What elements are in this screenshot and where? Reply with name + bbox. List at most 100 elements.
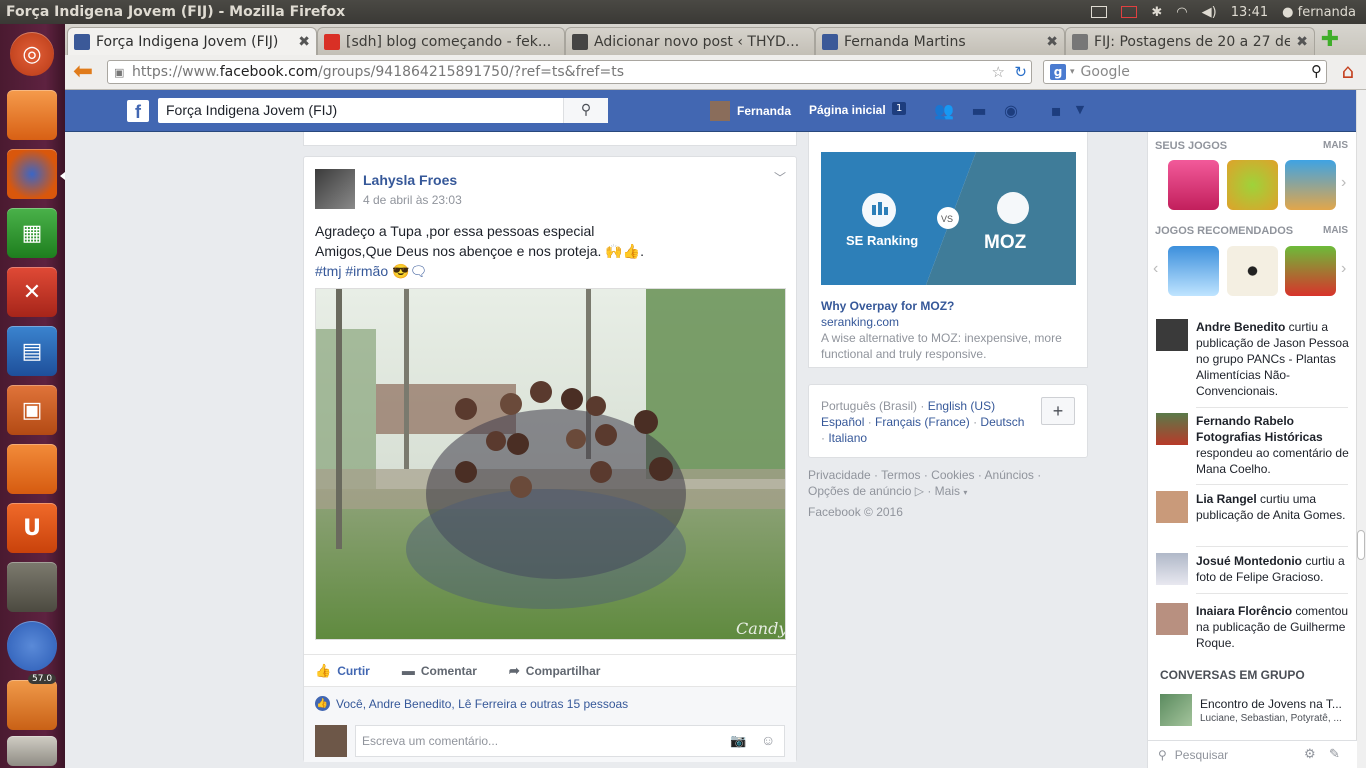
- game-candy-crush[interactable]: [1168, 160, 1219, 210]
- facebook-logo-icon[interactable]: f: [127, 100, 149, 122]
- tab-label: [sdh] blog começando - fek...: [346, 33, 552, 50]
- ubuntu-one-icon[interactable]: U: [7, 503, 57, 553]
- footer-link-ad-choices[interactable]: Opções de anúncio: [808, 484, 911, 498]
- battery-icon[interactable]: [1121, 6, 1138, 18]
- post-author-link[interactable]: Lahysla Froes: [363, 172, 457, 188]
- reload-icon[interactable]: ↻: [1014, 63, 1027, 81]
- compose-icon[interactable]: ✎: [1329, 746, 1340, 762]
- notifications-globe-icon[interactable]: ◉: [1000, 101, 1022, 121]
- chevron-left-icon[interactable]: ‹: [1153, 260, 1158, 278]
- tab-wordpress[interactable]: Adicionar novo post ‹ THYD...: [565, 27, 815, 55]
- footer-link-cookies[interactable]: Cookies: [931, 468, 974, 482]
- share-button[interactable]: ➦ Compartilhar: [509, 663, 601, 679]
- software-center-icon[interactable]: [7, 444, 57, 494]
- trash-icon[interactable]: [7, 736, 57, 766]
- language-link[interactable]: English (US): [928, 399, 995, 413]
- wifi-icon[interactable]: ◠: [1176, 5, 1187, 20]
- home-count-badge: 1: [892, 102, 907, 115]
- chevron-down-icon[interactable]: ▾: [963, 488, 967, 497]
- comment-input[interactable]: Escreva um comentário...: [355, 725, 785, 757]
- close-tab-icon[interactable]: ✖: [1046, 34, 1058, 50]
- home-link[interactable]: Página inicial: [809, 103, 886, 117]
- comment-button[interactable]: ▬ Comentar: [402, 663, 477, 678]
- language-link[interactable]: Español: [821, 415, 864, 429]
- messages-icon[interactable]: ▬: [968, 101, 990, 121]
- post-timestamp[interactable]: 4 de abril às 23:03: [363, 193, 462, 207]
- likes-summary[interactable]: 👍 Você, Andre Benedito, Lê Ferreira e ou…: [304, 686, 796, 720]
- settings-icon[interactable]: ✕: [7, 267, 57, 317]
- window-title: Força Indigena Jovem (FIJ) - Mozilla Fir…: [6, 4, 346, 20]
- writer-icon[interactable]: ▤: [7, 326, 57, 376]
- update-manager-icon[interactable]: [7, 680, 57, 730]
- add-language-button[interactable]: +: [1041, 397, 1075, 425]
- search-engine-dropdown-icon[interactable]: ▾: [1070, 67, 1075, 77]
- volume-icon[interactable]: ◀): [1202, 5, 1217, 20]
- home-button[interactable]: ⌂: [1335, 59, 1361, 85]
- search-icon[interactable]: ⚲: [1311, 62, 1322, 80]
- author-avatar[interactable]: [315, 169, 355, 209]
- chat-search-input[interactable]: ⚲ Pesquisar: [1148, 740, 1357, 768]
- chevron-right-icon[interactable]: ›: [1341, 174, 1346, 192]
- files-icon[interactable]: [7, 90, 57, 140]
- new-tab-button[interactable]: ✚: [1319, 29, 1341, 52]
- chevron-right-icon[interactable]: ›: [1341, 260, 1346, 278]
- game-clock[interactable]: [1227, 246, 1278, 296]
- gear-icon[interactable]: ⚙: [1304, 746, 1316, 762]
- post-options-chevron-icon[interactable]: ﹀: [774, 169, 786, 186]
- impress-icon[interactable]: ▣: [7, 385, 57, 435]
- group-conversations-heading: CONVERSAS EM GRUPO: [1160, 668, 1305, 682]
- close-tab-icon[interactable]: ✖: [1296, 34, 1308, 50]
- like-button[interactable]: 👍 Curtir: [315, 663, 370, 679]
- game-frozen[interactable]: [1168, 246, 1219, 296]
- back-button[interactable]: ⬅: [73, 59, 101, 85]
- tab-gmail[interactable]: [sdh] blog começando - fek...: [317, 27, 565, 55]
- bluetooth-icon[interactable]: ✱: [1151, 5, 1162, 20]
- tab-fij-postagens[interactable]: FIJ: Postagens de 20 a 27 de... ✖: [1065, 27, 1315, 55]
- lock-icon[interactable]: ▣: [114, 66, 126, 79]
- calc-icon[interactable]: ▦: [7, 208, 57, 258]
- emoji-icon[interactable]: ☺: [761, 732, 775, 748]
- post-hashtags[interactable]: #tmj #irmão 😎🗨: [315, 261, 785, 281]
- footer-link-more[interactable]: Mais: [935, 484, 960, 498]
- tab-fernanda-martins[interactable]: Fernanda Martins ✖: [815, 27, 1065, 55]
- facebook-search-button[interactable]: ⚲: [563, 98, 608, 123]
- game-green-monster[interactable]: [1227, 160, 1278, 210]
- language-link[interactable]: Italiano: [828, 431, 867, 445]
- privacy-lock-icon[interactable]: ▪: [1045, 101, 1067, 121]
- page-scrollbar[interactable]: [1356, 90, 1366, 768]
- game-angry-birds-friends[interactable]: [1285, 246, 1336, 296]
- account-menu-chevron-icon[interactable]: ▼: [1069, 103, 1091, 123]
- ad-url-link[interactable]: seranking.com: [821, 315, 899, 329]
- tab-forca-indigena[interactable]: Força Indigena Jovem (FIJ) ✖: [67, 27, 317, 55]
- comment-label: Comentar: [420, 663, 477, 678]
- chromium-icon[interactable]: [7, 621, 57, 671]
- google-icon[interactable]: g: [1050, 64, 1066, 80]
- footer-link-ads[interactable]: Anúncios: [985, 468, 1034, 482]
- mail-icon[interactable]: [1091, 6, 1108, 18]
- user-menu[interactable]: ● fernanda: [1282, 5, 1356, 20]
- facebook-search-input[interactable]: Força Indigena Jovem (FIJ): [158, 98, 608, 123]
- close-tab-icon[interactable]: ✖: [298, 34, 310, 50]
- language-link[interactable]: Deutsch: [980, 415, 1024, 429]
- post-photo[interactable]: Candy: [315, 288, 786, 640]
- footer-link-privacy[interactable]: Privacidade: [808, 468, 871, 482]
- ubuntu-dash-icon[interactable]: ◎: [10, 32, 54, 76]
- footer-link-terms[interactable]: Termos: [881, 468, 920, 482]
- clock[interactable]: 13:41: [1231, 5, 1268, 20]
- ad-image[interactable]: SE Ranking VS MOZ: [821, 152, 1076, 285]
- camera-icon[interactable]: 📷: [730, 733, 746, 749]
- gimp-icon[interactable]: [7, 562, 57, 612]
- friend-requests-icon[interactable]: 👥: [933, 101, 955, 121]
- url-bar[interactable]: ▣ https://www. facebook.com/groups/941864…: [107, 60, 1032, 84]
- bookmark-star-icon[interactable]: ☆: [992, 63, 1005, 81]
- ad-choices-icon[interactable]: ▷: [915, 484, 924, 498]
- ad-title-link[interactable]: Why Overpay for MOZ?: [821, 299, 954, 313]
- firefox-icon[interactable]: [7, 149, 57, 199]
- game-millionaire-city[interactable]: [1285, 160, 1336, 210]
- scrollbar-thumb[interactable]: [1357, 530, 1365, 560]
- profile-link[interactable]: Fernanda: [710, 101, 791, 121]
- recommended-games-more-link[interactable]: MAIS: [1323, 225, 1348, 236]
- web-search-bar[interactable]: g ▾ Google ⚲: [1043, 60, 1327, 84]
- your-games-more-link[interactable]: MAIS: [1323, 140, 1348, 151]
- language-link[interactable]: Français (France): [875, 415, 970, 429]
